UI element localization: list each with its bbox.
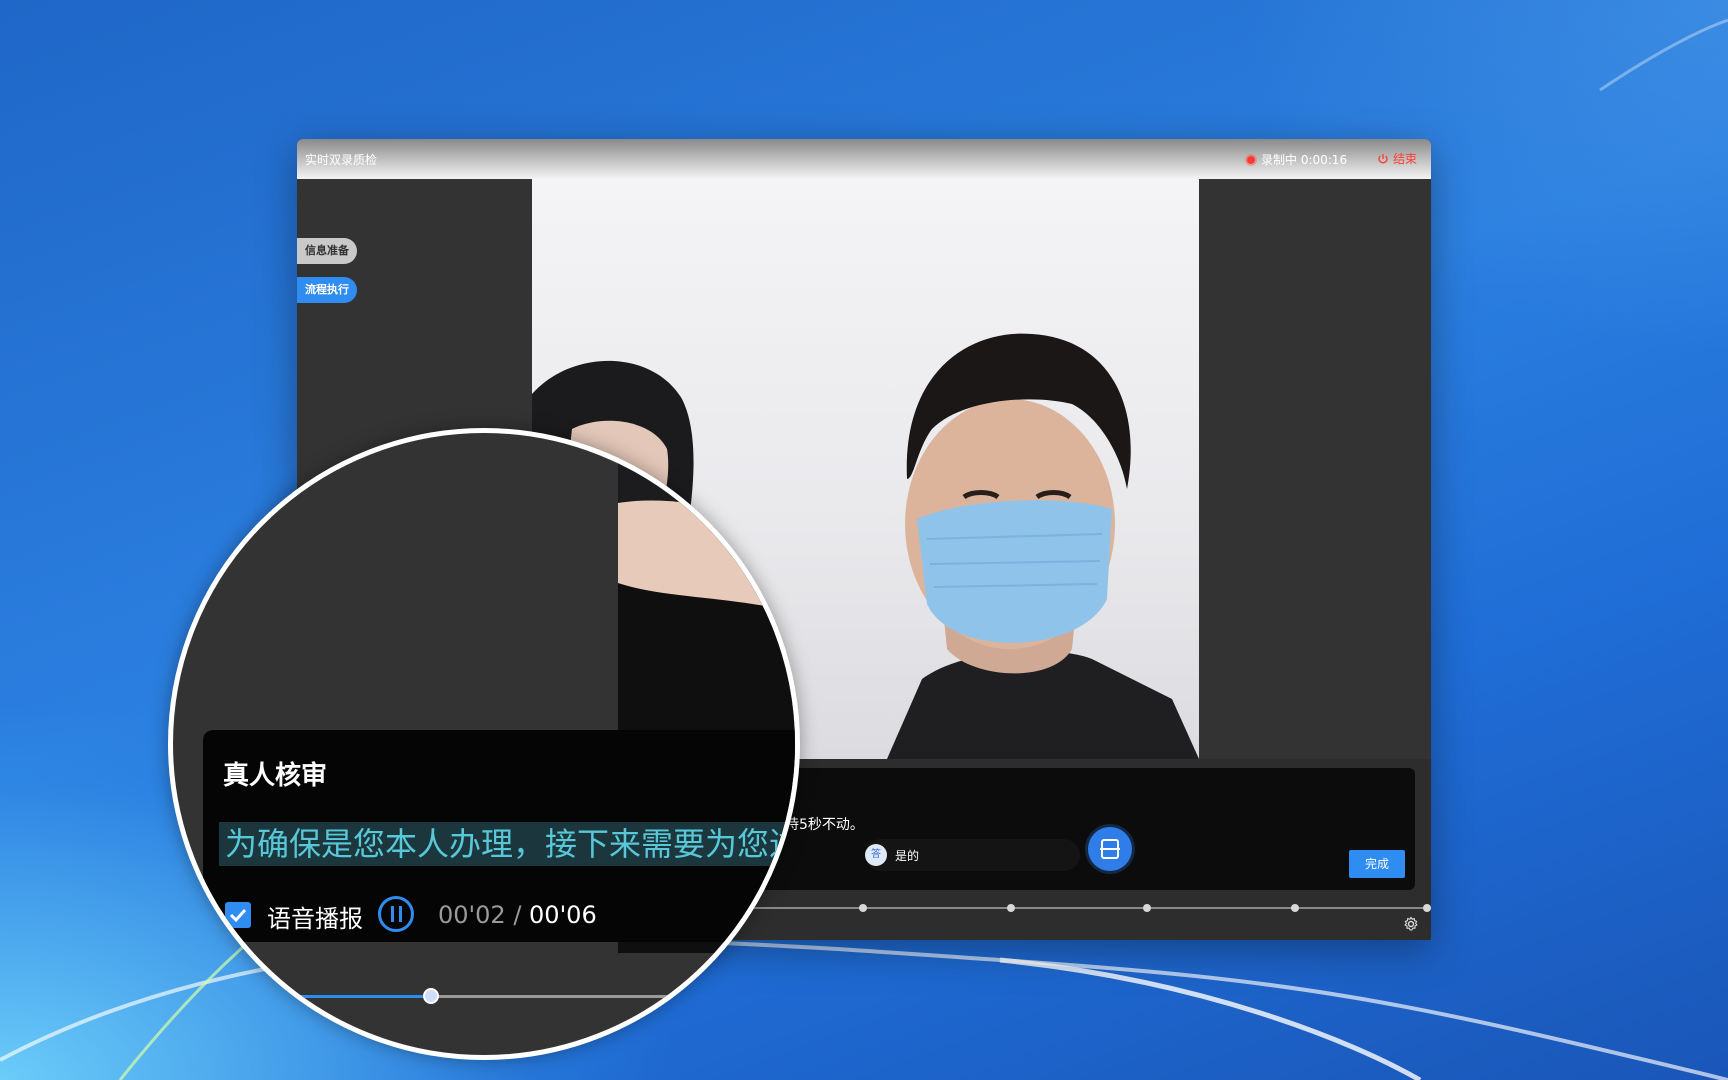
- scan-icon: [1100, 839, 1120, 859]
- script-text: 持5秒不动。: [785, 817, 864, 833]
- check-icon: [229, 908, 247, 923]
- magnifier-callout: 真人核审 为确保是您本人办理，接下来需要为您进 语音播报 00'02 / 00'…: [168, 428, 800, 1060]
- step-process-exec[interactable]: 流程执行: [297, 277, 357, 303]
- voice-checkbox[interactable]: [225, 902, 251, 928]
- end-label: 结束: [1393, 152, 1418, 166]
- playback-progress-thumb[interactable]: [423, 988, 439, 1004]
- timeline-node[interactable]: [859, 904, 867, 912]
- playback-progress-track[interactable]: [233, 988, 795, 1004]
- step-info-prep[interactable]: 信息准备: [297, 238, 357, 264]
- record-dot-icon: [1247, 155, 1255, 164]
- playback-progress-fill: [233, 995, 431, 998]
- magnified-script-text: 为确保是您本人办理，接下来需要为您进: [219, 822, 795, 866]
- time-total: 00'06: [529, 901, 597, 929]
- magnified-heading: 真人核审: [223, 761, 328, 791]
- power-icon: [1378, 153, 1388, 164]
- answer-icon: 答: [865, 844, 887, 866]
- title-bar: 实时双录质检 录制中 0:00:16 结束: [297, 139, 1431, 179]
- done-button[interactable]: 完成: [1349, 850, 1405, 878]
- pause-icon: [390, 906, 394, 922]
- window-title: 实时双录质检: [305, 153, 378, 167]
- process-timeline[interactable]: [697, 904, 1431, 912]
- timeline-node[interactable]: [1007, 904, 1015, 912]
- end-button[interactable]: 结束: [1377, 150, 1417, 167]
- playback-time: 00'02 / 00'06: [438, 901, 597, 929]
- scan-button[interactable]: [1088, 827, 1132, 871]
- time-separator: /: [505, 901, 530, 929]
- recording-status: 录制中 0:00:16: [1261, 153, 1348, 167]
- timeline-node[interactable]: [1423, 904, 1431, 912]
- answer-bubble: 答 是的: [865, 839, 1080, 871]
- pause-button[interactable]: [378, 896, 414, 932]
- answer-text: 是的: [895, 848, 920, 863]
- pause-icon: [398, 906, 402, 922]
- timeline-node[interactable]: [1291, 904, 1299, 912]
- recording-indicator: 录制中 0:00:16: [1247, 151, 1347, 168]
- voice-broadcast-label: 语音播报: [267, 905, 363, 933]
- gear-icon[interactable]: [1403, 916, 1419, 932]
- timeline-node[interactable]: [1143, 904, 1151, 912]
- time-current: 00'02: [438, 901, 506, 929]
